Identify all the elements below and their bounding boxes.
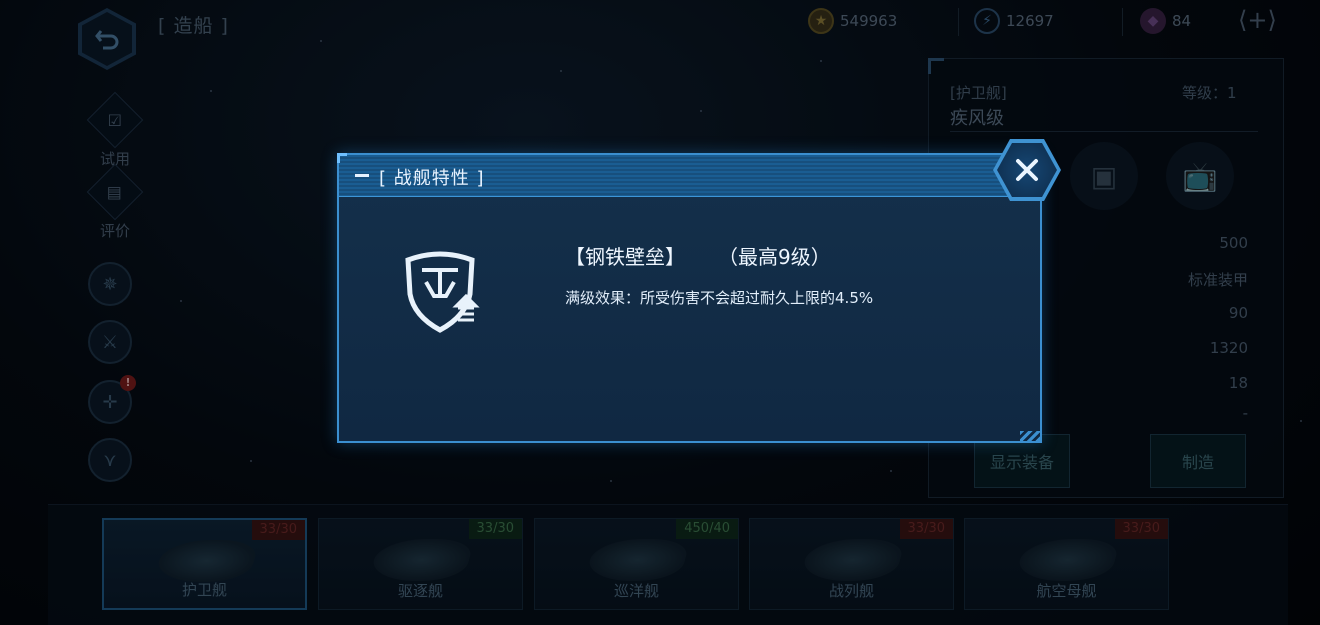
dialog-title: [ 战舰特性 ] bbox=[379, 168, 485, 189]
trait-description: 满级效果：所受伤害不会超过耐久上限的4.5% bbox=[565, 289, 874, 307]
shield-icon bbox=[405, 251, 480, 333]
trait-name: 【钢铁壁垒】 bbox=[565, 245, 685, 269]
dialog-header: [ 战舰特性 ] bbox=[339, 155, 1040, 197]
close-icon bbox=[1016, 159, 1038, 181]
trait-max-level: （最高9级） bbox=[718, 245, 831, 269]
collapse-icon bbox=[355, 174, 369, 177]
